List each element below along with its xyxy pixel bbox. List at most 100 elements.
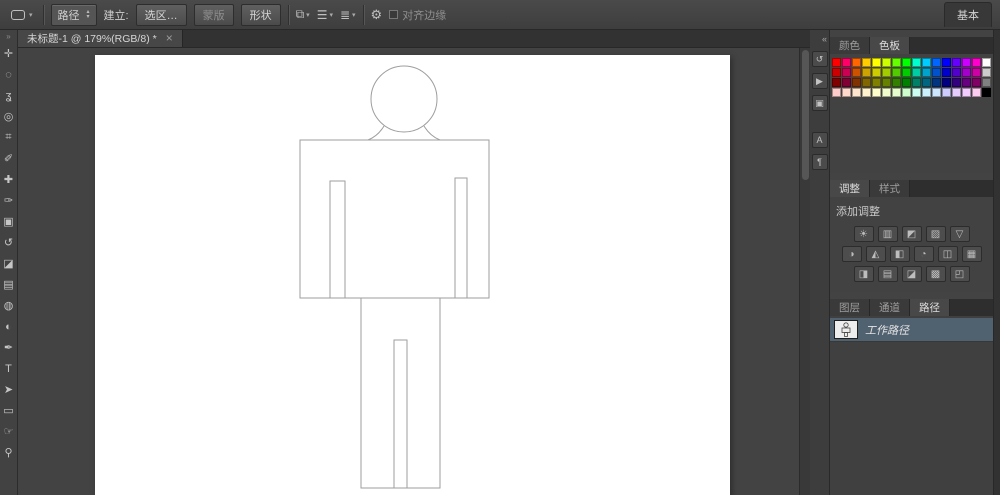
exposure-icon[interactable]: ▨	[925, 226, 946, 242]
document-canvas[interactable]	[95, 55, 730, 495]
zoom-tool[interactable]: ⚲	[0, 442, 18, 463]
tab-color[interactable]: 颜色	[830, 37, 870, 54]
hue-saturation-icon[interactable]: ◑	[841, 246, 862, 262]
path-arrange-button[interactable]: ≣ ▾	[340, 8, 356, 22]
photo-filter-icon[interactable]: ◔	[913, 246, 934, 262]
color-swatch[interactable]	[912, 88, 921, 97]
paragraph-panel-icon[interactable]: ¶	[811, 154, 828, 170]
color-swatch[interactable]	[852, 88, 861, 97]
color-swatch[interactable]	[952, 78, 961, 87]
color-swatch[interactable]	[862, 58, 871, 67]
color-swatch[interactable]	[962, 68, 971, 77]
tab-swatches[interactable]: 色板	[870, 37, 910, 54]
align-edges-checkbox[interactable]	[389, 10, 399, 19]
color-lookup-icon[interactable]: ▦	[961, 246, 982, 262]
vibrance-icon[interactable]: ▽	[949, 226, 970, 242]
quick-selection-tool[interactable]: ◎	[0, 106, 18, 127]
color-swatch[interactable]	[962, 88, 971, 97]
actions-panel-icon[interactable]: ▶	[811, 73, 828, 89]
color-swatch[interactable]	[912, 58, 921, 67]
color-swatch[interactable]	[902, 78, 911, 87]
tool-preset-picker[interactable]: ▾	[8, 8, 36, 22]
selective-color-icon[interactable]: ◰	[949, 266, 970, 282]
close-tab-icon[interactable]: ×	[166, 32, 173, 44]
color-swatch[interactable]	[972, 88, 981, 97]
color-swatch[interactable]	[962, 78, 971, 87]
color-swatch[interactable]	[842, 68, 851, 77]
color-swatch[interactable]	[982, 88, 991, 97]
posterize-icon[interactable]: ▤	[877, 266, 898, 282]
tab-paths[interactable]: 路径	[910, 299, 950, 316]
levels-icon[interactable]: ▥	[877, 226, 898, 242]
tool-mode-dropdown[interactable]: 路径 ▴ ▾	[50, 3, 97, 26]
black-white-icon[interactable]: ◧	[889, 246, 910, 262]
eraser-tool[interactable]: ◪	[0, 253, 18, 274]
channel-mixer-icon[interactable]: ◫	[937, 246, 958, 262]
color-swatch[interactable]	[872, 88, 881, 97]
spot-healing-brush-tool[interactable]: ✚	[0, 169, 18, 190]
invert-icon[interactable]: ◨	[853, 266, 874, 282]
color-balance-icon[interactable]: ◭	[865, 246, 886, 262]
color-swatch[interactable]	[942, 58, 951, 67]
make-mask-button[interactable]: 蒙版	[193, 3, 234, 26]
color-swatch[interactable]	[932, 78, 941, 87]
color-swatch[interactable]	[972, 78, 981, 87]
color-swatch[interactable]	[832, 58, 841, 67]
move-tool[interactable]: ✛	[0, 43, 18, 64]
color-swatch[interactable]	[922, 68, 931, 77]
combine-shapes-button[interactable]: ⧉ ▾	[296, 7, 310, 22]
path-selection-tool[interactable]: ➤	[0, 379, 18, 400]
align-edges-option[interactable]: 对齐边缘	[389, 7, 446, 23]
color-swatch[interactable]	[852, 78, 861, 87]
color-swatch[interactable]	[932, 88, 941, 97]
color-swatch[interactable]	[882, 88, 891, 97]
document-tab[interactable]: 未标题-1 @ 179%(RGB/8) * ×	[18, 29, 183, 47]
color-swatch[interactable]	[842, 58, 851, 67]
color-swatch[interactable]	[972, 68, 981, 77]
pen-tool[interactable]: ✒	[0, 337, 18, 358]
color-swatch[interactable]	[952, 68, 961, 77]
clone-source-panel-icon[interactable]: ▣	[811, 95, 828, 111]
color-swatch[interactable]	[952, 88, 961, 97]
tab-channels[interactable]: 通道	[870, 299, 910, 316]
elliptical-marquee-tool[interactable]: ◌	[0, 64, 18, 85]
color-swatch[interactable]	[832, 68, 841, 77]
make-selection-button[interactable]: 选区…	[135, 3, 187, 26]
color-swatch[interactable]	[862, 88, 871, 97]
threshold-icon[interactable]: ◪	[901, 266, 922, 282]
dodge-tool[interactable]: ◐	[0, 316, 18, 337]
collapse-panels-icon[interactable]: «	[822, 30, 829, 48]
color-swatch[interactable]	[852, 58, 861, 67]
color-swatch[interactable]	[902, 88, 911, 97]
color-swatch[interactable]	[852, 68, 861, 77]
clone-stamp-tool[interactable]: ▣	[0, 211, 18, 232]
gradient-map-icon[interactable]: ▩	[925, 266, 946, 282]
toolbar-collapse-icon[interactable]: »	[6, 31, 10, 43]
tab-layers[interactable]: 图层	[830, 299, 870, 316]
color-swatch[interactable]	[912, 68, 921, 77]
brush-tool[interactable]: ✑	[0, 190, 18, 211]
color-swatch[interactable]	[872, 78, 881, 87]
color-swatch[interactable]	[892, 68, 901, 77]
color-swatch[interactable]	[872, 58, 881, 67]
type-tool[interactable]: T	[0, 358, 18, 379]
gear-icon[interactable]: ⚙	[371, 7, 383, 23]
color-swatch[interactable]	[942, 88, 951, 97]
lasso-tool[interactable]: ʓ	[0, 85, 18, 106]
scrollbar-thumb[interactable]	[802, 50, 809, 180]
color-swatch[interactable]	[912, 78, 921, 87]
color-swatch[interactable]	[842, 78, 851, 87]
color-swatch[interactable]	[842, 88, 851, 97]
color-swatch[interactable]	[892, 88, 901, 97]
color-swatch[interactable]	[872, 68, 881, 77]
vertical-scrollbar[interactable]	[799, 48, 810, 495]
color-swatch[interactable]	[892, 58, 901, 67]
gradient-tool[interactable]: ▤	[0, 274, 18, 295]
color-swatch[interactable]	[932, 58, 941, 67]
color-swatch[interactable]	[832, 88, 841, 97]
color-swatch[interactable]	[982, 58, 991, 67]
color-swatch[interactable]	[862, 68, 871, 77]
color-swatch[interactable]	[922, 88, 931, 97]
color-swatch[interactable]	[932, 68, 941, 77]
color-swatch[interactable]	[922, 58, 931, 67]
